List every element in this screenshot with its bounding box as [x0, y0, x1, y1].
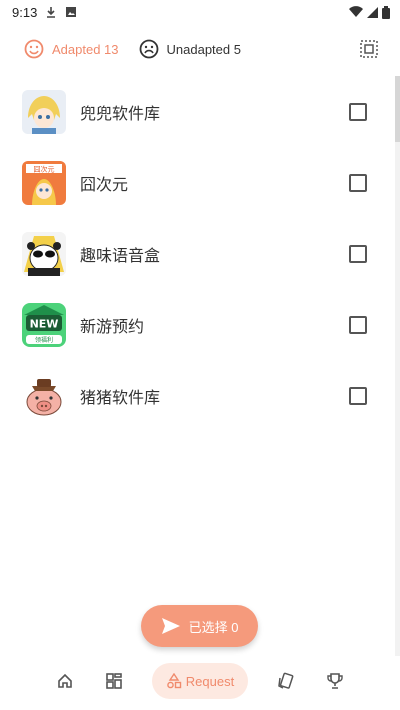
selected-count-button[interactable]: 已选择 0 [141, 605, 258, 647]
filter-tabs: Adapted 13 Unadapted 5 [0, 24, 400, 74]
signal-icon [367, 6, 378, 18]
nav-apps[interactable] [102, 669, 126, 693]
checkbox[interactable] [349, 244, 367, 263]
nav-request-label: Request [185, 673, 235, 689]
sad-icon [139, 39, 158, 59]
nav-request[interactable]: Request [151, 663, 249, 699]
nav-cards[interactable] [274, 669, 298, 693]
status-time: 9:13 [12, 4, 38, 20]
download-icon [47, 7, 56, 18]
list-item[interactable]: 猪猪软件库 [0, 360, 400, 431]
app-icon-jiongciyuan: 囧次元 [22, 160, 66, 205]
select-all-icon[interactable] [360, 40, 378, 58]
home-icon [57, 673, 72, 688]
list-item[interactable]: NEW 领福利 新游预约 [0, 289, 400, 360]
selected-count-label: 已选择 0 [188, 619, 239, 635]
app-icon-zhuzhu [22, 373, 66, 418]
nav-trophy[interactable] [323, 669, 347, 693]
app-icon-xinyou: NEW 领福利 [22, 302, 66, 347]
checkbox[interactable] [349, 173, 367, 192]
list-item[interactable]: 囧次元 囧次元 [0, 147, 400, 218]
svg-text:囧次元: 囧次元 [34, 164, 55, 173]
svg-text:NEW: NEW [30, 317, 59, 330]
status-left: 9:13 [12, 5, 77, 20]
apps-grid-icon [106, 673, 123, 689]
tab-unadapted[interactable]: Unadapted 5 [139, 39, 241, 59]
nav-home[interactable] [53, 669, 77, 693]
tab-adapted-label: Adapted 13 [52, 41, 119, 57]
app-name: 新游预约 [80, 318, 145, 336]
app-name: 趣味语音盒 [80, 247, 161, 265]
battery-icon [382, 5, 390, 19]
list-item[interactable]: 兜兜软件库 [0, 76, 400, 147]
wifi-icon [349, 6, 363, 18]
checkbox[interactable] [349, 386, 367, 405]
svg-text:领福利: 领福利 [35, 336, 53, 344]
app-list: 兜兜软件库 囧次元 囧次元 趣味语音盒 NEW 领福利 新游预约 猪猪软件库 [0, 76, 400, 431]
app-icon-quwei [22, 231, 66, 276]
image-notification-icon [66, 7, 77, 17]
smile-icon [24, 39, 44, 59]
checkbox[interactable] [349, 315, 367, 334]
app-icon-doudou [22, 89, 66, 134]
trophy-icon [327, 673, 343, 689]
checkbox[interactable] [349, 102, 367, 121]
cards-icon [277, 672, 294, 689]
send-icon [161, 618, 180, 634]
tab-unadapted-label: Unadapted 5 [166, 41, 241, 57]
app-name: 囧次元 [80, 176, 129, 194]
app-name: 兜兜软件库 [80, 105, 161, 123]
bottom-nav: Request [0, 652, 400, 710]
status-right [349, 5, 390, 19]
list-item[interactable]: 趣味语音盒 [0, 218, 400, 289]
status-bar: 9:13 [0, 0, 400, 24]
app-name: 猪猪软件库 [80, 389, 161, 407]
tab-adapted[interactable]: Adapted 13 [24, 39, 119, 59]
shapes-icon [166, 673, 181, 689]
